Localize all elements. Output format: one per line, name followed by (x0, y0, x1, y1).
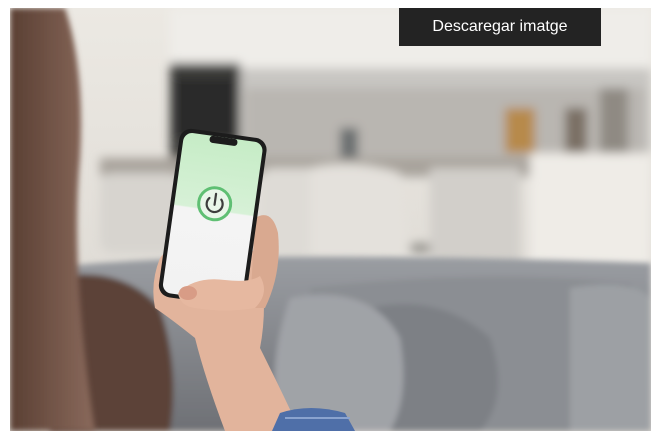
download-image-button[interactable]: Descaregar imatge (399, 8, 601, 46)
photo (10, 8, 651, 431)
photo-frame (10, 8, 651, 431)
